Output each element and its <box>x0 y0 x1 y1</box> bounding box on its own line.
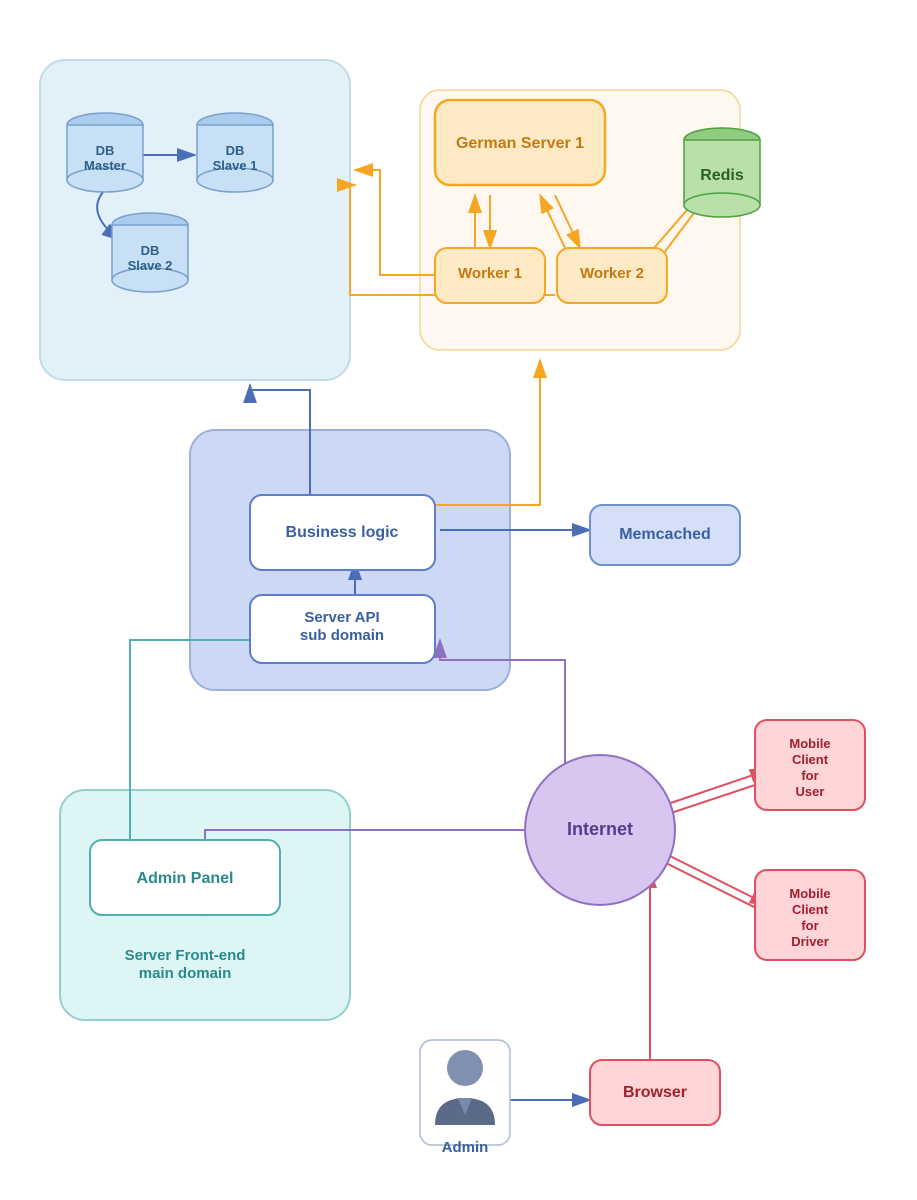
browser-label: Browser <box>623 1084 687 1101</box>
mobile-user-label2: Client <box>792 752 829 767</box>
mobile-driver-label3: for <box>801 918 818 933</box>
mobile-user-label1: Mobile <box>789 736 830 751</box>
svg-text:Redis: Redis <box>700 167 744 184</box>
worker2-label: Worker 2 <box>580 265 644 282</box>
db-cluster-region <box>40 60 350 380</box>
mobile-driver-label1: Mobile <box>789 886 830 901</box>
worker1-label: Worker 1 <box>458 265 522 282</box>
svg-text:DB: DB <box>141 243 160 258</box>
memcached-label: Memcached <box>619 526 711 543</box>
mobile-driver-label2: Client <box>792 902 829 917</box>
svg-text:Slave 1: Slave 1 <box>213 158 258 173</box>
german-server-label: German Server 1 <box>456 135 584 152</box>
server-frontend-label1: Server Front-end <box>125 947 246 964</box>
server-frontend-label2: main domain <box>139 965 232 982</box>
db-slave1-node: DB Slave 1 <box>197 113 273 192</box>
internet-label: Internet <box>567 819 633 839</box>
svg-text:DB: DB <box>96 143 115 158</box>
mobile-driver-label4: Driver <box>791 934 829 949</box>
svg-text:Master: Master <box>84 158 126 173</box>
admin-panel-label: Admin Panel <box>137 870 234 887</box>
mobile-user-label3: for <box>801 768 818 783</box>
svg-text:DB: DB <box>226 143 245 158</box>
server-api-label1: Server API <box>304 609 379 626</box>
svg-text:Admin: Admin <box>442 1139 489 1156</box>
svg-text:Slave 2: Slave 2 <box>128 258 173 273</box>
redis-node: Redis <box>684 128 760 217</box>
arrow-mobile-driver-internet <box>650 855 770 915</box>
admin-person-icon: Admin <box>420 1040 510 1156</box>
server-api-label2: sub domain <box>300 627 384 644</box>
business-logic-label: Business logic <box>286 524 399 541</box>
mobile-user-label4: User <box>796 784 825 799</box>
db-master-node: DB Master <box>67 113 143 192</box>
db-slave2-node: DB Slave 2 <box>112 213 188 292</box>
